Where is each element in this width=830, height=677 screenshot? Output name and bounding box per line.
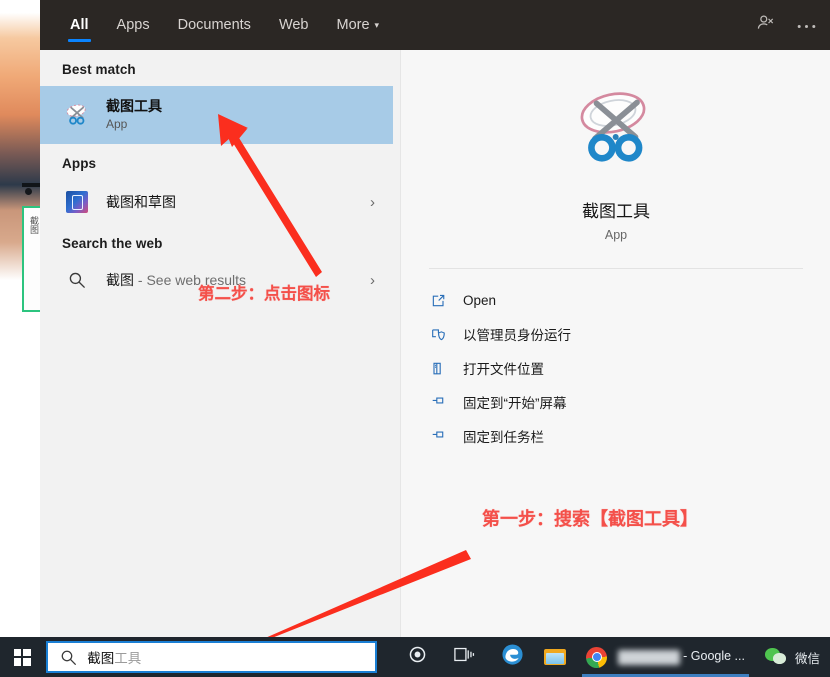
app-item-name: 截图和草图 [106,194,370,211]
taskbar-app-wechat-label: 微信 [795,648,820,667]
account-icon[interactable] [756,13,775,37]
search-icon [60,649,77,666]
taskbar-app-chrome[interactable]: - Google ... [576,637,755,677]
screen: 截图 All Apps Documents Web More ▾ [0,0,830,677]
task-view-button[interactable] [439,637,491,677]
folder-open-icon [431,361,455,376]
taskbar-app-edge[interactable] [491,637,534,677]
start-search-flyout: All Apps Documents Web More ▾ [40,0,830,637]
taskbar: 截图工具 [0,637,830,677]
pin-icon [431,429,455,444]
action-pin-to-taskbar[interactable]: 固定到任务栏 [401,419,830,453]
search-filter-header: All Apps Documents Web More ▾ [40,0,830,50]
shield-run-icon [431,327,455,342]
taskbar-app-file-explorer[interactable] [534,637,576,677]
chevron-right-icon[interactable]: › [370,272,379,289]
green-box-label: 截图 [28,216,39,234]
desktop-background [0,0,40,637]
snipping-tool-icon [568,163,664,180]
snipping-tool-icon [62,100,92,130]
annotation-step-2: 第二步：点击图标 [198,280,330,304]
best-match-result[interactable]: 截图工具 App [40,86,393,144]
annotation-step-1: 第一步：搜索【截图工具】 [482,505,698,531]
desktop-horizon [22,183,40,187]
app-item-text: 截图和草图 [106,194,370,211]
action-open-label: Open [463,293,496,308]
desktop-sun [25,188,32,195]
tab-apps-label: Apps [117,17,150,33]
app-actions: Open 以管理员身份运行 [401,283,830,453]
wechat-icon [765,648,787,667]
ellipsis-icon[interactable] [797,16,816,34]
tab-web-label: Web [279,17,309,33]
app-detail-pane: 截图工具 App Open [400,50,830,637]
detail-app-name: 截图工具 [401,197,830,222]
tab-more[interactable]: More ▾ [335,0,382,50]
web-query: 截图 [106,272,134,288]
search-icon [62,265,92,295]
taskbar-app-wechat[interactable]: 微信 [755,637,830,677]
chevron-down-icon: ▾ [375,21,380,30]
task-view-icon [454,646,476,668]
search-web-heading: Search the web [40,224,393,260]
action-pin-to-taskbar-label: 固定到任务栏 [463,426,544,446]
start-button[interactable] [0,637,44,677]
edge-icon [501,643,524,671]
action-open-file-location[interactable]: 打开文件位置 [401,351,830,385]
open-icon [431,293,455,308]
tab-web[interactable]: Web [277,0,311,50]
header-icons [756,0,816,50]
action-pin-to-start[interactable]: 固定到“开始”屏幕 [401,385,830,419]
action-open-file-location-label: 打开文件位置 [463,358,544,378]
redacted-title [618,650,680,665]
search-suggestion-text: 工具 [114,651,141,666]
tab-documents[interactable]: Documents [176,0,253,50]
tab-apps[interactable]: Apps [115,0,152,50]
chrome-icon [586,647,607,668]
tab-more-label: More [337,17,370,33]
tab-all-label: All [70,17,89,33]
snip-and-sketch-icon [62,187,92,217]
search-typed-text: 截图 [87,651,114,666]
best-match-text: 截图工具 App [106,98,379,132]
file-explorer-icon [544,648,566,666]
tab-all[interactable]: All [68,0,91,50]
action-run-as-admin[interactable]: 以管理员身份运行 [401,317,830,351]
list-item-snip-and-sketch[interactable]: 截图和草图 › [40,180,393,224]
chevron-right-icon[interactable]: › [370,194,379,211]
cortana-icon [408,645,427,669]
detail-divider [429,268,803,269]
action-open[interactable]: Open [401,283,830,317]
pin-icon [431,395,455,410]
windows-logo-icon [14,649,31,666]
action-run-as-admin-label: 以管理员身份运行 [463,324,571,344]
best-match-heading: Best match [40,50,393,86]
taskbar-app-chrome-label: - Google ... [615,649,745,664]
results-column: Best match 截图工具 App Apps [40,50,393,637]
taskbar-items: - Google ... 微信 [395,637,830,677]
best-match-subtitle: App [106,116,379,132]
action-pin-to-start-label: 固定到“开始”屏幕 [463,392,567,412]
chrome-title-text: - Google ... [683,649,745,663]
app-hero: 截图工具 App [401,50,830,242]
best-match-name: 截图工具 [106,98,379,115]
cortana-button[interactable] [395,637,439,677]
detail-app-type: App [401,228,830,242]
search-input[interactable]: 截图工具 [46,641,377,673]
tab-documents-label: Documents [178,17,251,33]
filter-tabs: All Apps Documents Web More ▾ [68,0,381,50]
search-input-value: 截图工具 [87,647,141,667]
apps-heading: Apps [40,144,393,180]
